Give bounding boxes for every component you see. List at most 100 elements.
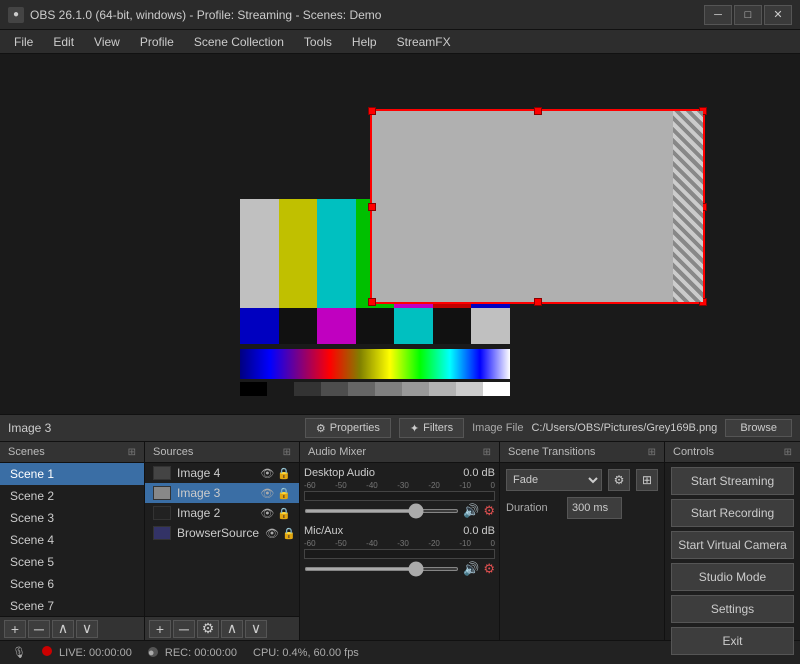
transitions-expand-icon[interactable]: ⊞ — [648, 447, 656, 458]
scenes-add-button[interactable]: + — [4, 620, 26, 638]
menu-help[interactable]: Help — [342, 30, 387, 53]
handle-tc[interactable] — [534, 107, 542, 115]
audio-volume-slider-desktop[interactable] — [304, 509, 459, 513]
handle-ml[interactable] — [368, 203, 376, 211]
menu-view[interactable]: View — [84, 30, 130, 53]
maximize-button[interactable]: □ — [734, 5, 762, 25]
scenes-panel: Scenes ⊞ Scene 1 Scene 2 Scene 3 Scene 4… — [0, 442, 145, 640]
lock-icon[interactable]: 🔒 — [277, 467, 291, 480]
eye-icon[interactable]: 👁 — [265, 527, 279, 540]
scene-item[interactable]: Scene 3 — [0, 507, 144, 529]
sources-panel: Sources ⊞ Image 4 👁 🔒 Image 3 👁 🔒 — [145, 442, 300, 640]
transition-duration-input[interactable]: 300 ms — [567, 497, 622, 519]
handle-mr[interactable] — [699, 203, 707, 211]
handle-br[interactable] — [699, 298, 707, 306]
handle-tr[interactable] — [699, 107, 707, 115]
transition-expand-button[interactable]: ⊞ — [636, 469, 658, 491]
menu-edit[interactable]: Edit — [43, 30, 84, 53]
lock-icon[interactable]: 🔒 — [277, 507, 291, 520]
controls-panel: Controls ⊞ Start Streaming Start Recordi… — [665, 442, 800, 640]
menu-scene-collection[interactable]: Scene Collection — [184, 30, 294, 53]
filters-button[interactable]: ✦ Filters — [399, 418, 464, 438]
audio-mute-button-mic[interactable]: 🔊 — [463, 561, 479, 577]
menu-file[interactable]: File — [4, 30, 43, 53]
eye-icon[interactable]: 👁 — [260, 487, 274, 500]
start-recording-button[interactable]: Start Recording — [671, 499, 794, 527]
grey-image-overlay — [370, 109, 705, 304]
scenes-expand-icon[interactable]: ⊞ — [128, 447, 136, 458]
eye-icon[interactable]: 👁 — [260, 467, 274, 480]
source-item[interactable]: BrowserSource 👁 🔒 — [145, 523, 299, 543]
window-controls[interactable]: ─ □ ✕ — [704, 5, 792, 25]
audio-meter-mic — [304, 549, 495, 559]
sources-remove-button[interactable]: ─ — [173, 620, 195, 638]
exit-button[interactable]: Exit — [671, 627, 794, 655]
lock-icon[interactable]: 🔒 — [277, 487, 291, 500]
source-thumbnail — [153, 526, 171, 540]
audio-settings-button-desktop[interactable]: ⚙ — [483, 503, 495, 519]
handle-bl[interactable] — [368, 298, 376, 306]
source-item[interactable]: Image 2 👁 🔒 — [145, 503, 299, 523]
gradient-bar — [240, 349, 510, 379]
sources-down-button[interactable]: ∨ — [245, 620, 267, 638]
properties-icon: ⚙ — [316, 422, 326, 435]
handle-tl[interactable] — [368, 107, 376, 115]
scene-item[interactable]: Scene 2 — [0, 485, 144, 507]
source-item[interactable]: Image 3 👁 🔒 — [145, 483, 299, 503]
source-item-icons: 👁 🔒 — [260, 467, 291, 480]
eye-icon[interactable]: 👁 — [260, 507, 274, 520]
scene-item[interactable]: Scene 4 — [0, 529, 144, 551]
scene-transitions-header: Scene Transitions ⊞ — [500, 442, 664, 463]
browse-button[interactable]: Browse — [725, 419, 792, 437]
live-dot — [42, 646, 52, 656]
titlebar: ● OBS 26.1.0 (64-bit, windows) - Profile… — [0, 0, 800, 30]
audio-mixer-content: Desktop Audio 0.0 dB -60-50-40 -30-20-10… — [300, 463, 499, 640]
source-item-icons: 👁 🔒 — [265, 527, 296, 540]
audio-settings-button-mic[interactable]: ⚙ — [483, 561, 495, 577]
sources-up-button[interactable]: ∧ — [221, 620, 243, 638]
close-button[interactable]: ✕ — [764, 5, 792, 25]
lock-icon[interactable]: 🔒 — [282, 527, 296, 540]
start-virtual-camera-button[interactable]: Start Virtual Camera — [671, 531, 794, 559]
app-icon: ● — [8, 7, 24, 23]
controls-content: Start Streaming Start Recording Start Vi… — [665, 463, 800, 659]
source-item-icons: 👁 🔒 — [260, 487, 291, 500]
audio-expand-icon[interactable]: ⊞ — [483, 447, 491, 458]
controls-expand-icon[interactable]: ⊞ — [784, 447, 792, 458]
scene-item[interactable]: Scene 1 — [0, 463, 144, 485]
audio-mute-button-desktop[interactable]: 🔊 — [463, 503, 479, 519]
audio-track-mic: Mic/Aux 0.0 dB -60-50-40 -30-20-100 🔊 ⚙ — [304, 525, 495, 577]
scenes-remove-button[interactable]: ─ — [28, 620, 50, 638]
transition-settings-button[interactable]: ⚙ — [608, 469, 630, 491]
filters-icon: ✦ — [410, 422, 419, 435]
meter-labels: -60-50-40 -30-20-100 — [304, 481, 495, 490]
scene-item[interactable]: Scene 6 — [0, 573, 144, 595]
sources-add-button[interactable]: + — [149, 620, 171, 638]
sources-settings-button[interactable]: ⚙ — [197, 620, 219, 638]
preview-area — [0, 54, 800, 414]
properties-button[interactable]: ⚙ Properties — [305, 418, 391, 438]
scene-item[interactable]: Scene 7 — [0, 595, 144, 616]
sources-expand-icon[interactable]: ⊞ — [283, 447, 291, 458]
source-thumbnail — [153, 506, 171, 520]
audio-mixer-panel: Audio Mixer ⊞ Desktop Audio 0.0 dB -60-5… — [300, 442, 500, 640]
menu-streamfx[interactable]: StreamFX — [387, 30, 461, 53]
studio-mode-button[interactable]: Studio Mode — [671, 563, 794, 591]
scene-transitions-panel: Scene Transitions ⊞ Fade Cut Swipe Slide… — [500, 442, 665, 640]
audio-volume-slider-mic[interactable] — [304, 567, 459, 571]
menu-tools[interactable]: Tools — [294, 30, 342, 53]
source-info-bar: Image 3 ⚙ Properties ✦ Filters Image Fil… — [0, 414, 800, 442]
scenes-down-button[interactable]: ∨ — [76, 620, 98, 638]
handle-bc[interactable] — [534, 298, 542, 306]
minimize-button[interactable]: ─ — [704, 5, 732, 25]
greyscale-bar — [240, 382, 510, 396]
scenes-up-button[interactable]: ∧ — [52, 620, 74, 638]
menu-profile[interactable]: Profile — [130, 30, 184, 53]
transition-type-select[interactable]: Fade Cut Swipe Slide — [506, 469, 602, 491]
scene-item[interactable]: Scene 5 — [0, 551, 144, 573]
source-thumbnail — [153, 466, 171, 480]
audio-meter-desktop — [304, 491, 495, 501]
start-streaming-button[interactable]: Start Streaming — [671, 467, 794, 495]
settings-button[interactable]: Settings — [671, 595, 794, 623]
source-item[interactable]: Image 4 👁 🔒 — [145, 463, 299, 483]
